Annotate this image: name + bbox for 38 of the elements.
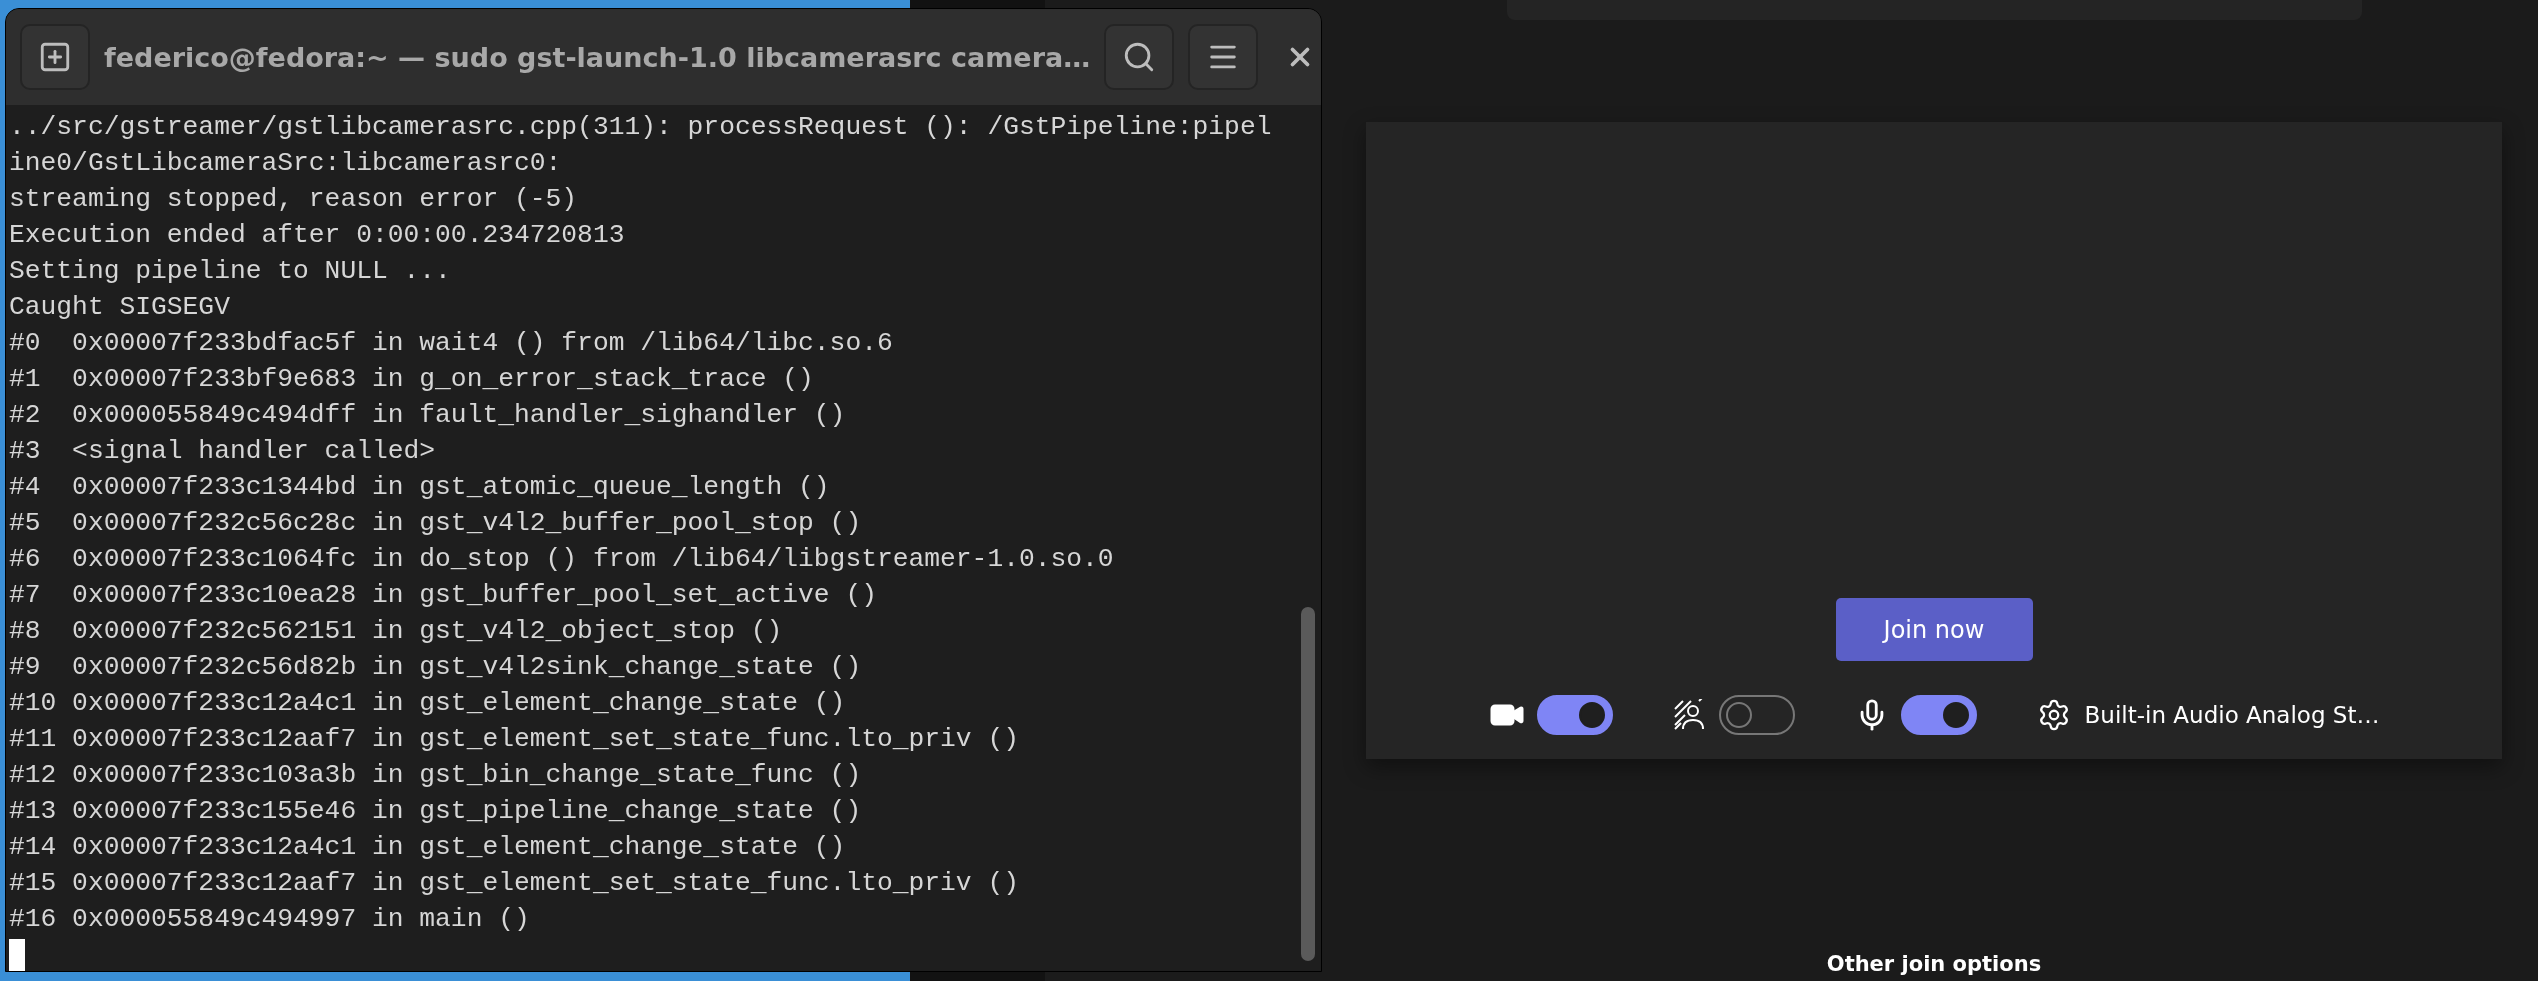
terminal-line: #7 0x00007f233c10ea28 in gst_buffer_pool_set_active () <box>9 579 878 612</box>
text-cursor <box>9 939 25 971</box>
terminal-line: ine0/GstLibcameraSrc:libcamerasrc0: <box>9 147 563 180</box>
terminal-line: Setting pipeline to NULL ... <box>9 255 452 288</box>
terminal-line: Execution ended after 0:00:00.234720813 <box>9 219 626 252</box>
audio-device-button[interactable]: Built-in Audio Analog St… <box>2036 698 2380 732</box>
terminal-line: #15 0x00007f233c12aaf7 in gst_element_set_state_func.lto_priv () <box>9 867 1020 900</box>
background-effects-icon <box>1672 699 1707 731</box>
join-now-button[interactable]: Join now <box>1835 598 2033 661</box>
search-button[interactable] <box>1104 24 1175 90</box>
toggle-switch[interactable] <box>1718 695 1795 735</box>
terminal-line: #13 0x00007f233c155e46 in gst_pipeline_change_state () <box>9 795 863 828</box>
audio-device-label: Built-in Audio Analog St… <box>2084 702 2380 728</box>
terminal-line: #1 0x00007f233bf9e683 in g_on_error_stack_trace () <box>9 363 815 396</box>
window-title: federico@fedora:~ — sudo gst-launch-1.0 libcamerasrc camera… <box>104 41 1091 73</box>
terminal-line: #9 0x00007f232c56d82b in gst_v4l2sink_change_state () <box>9 651 863 684</box>
terminal-line: #11 0x00007f233c12aaf7 in gst_element_set_state_func.lto_priv () <box>9 723 1020 756</box>
terminal-line: #3 <signal handler called> <box>9 435 437 468</box>
menu-button[interactable] <box>1188 24 1259 90</box>
terminal-line: #0 0x00007f233bdfac5f in wait4 () from /lib64/libc.so.6 <box>9 327 894 360</box>
terminal-line: #6 0x00007f233c1064fc in do_stop () from /lib64/libgstreamer-1.0.so.0 <box>9 543 1115 576</box>
plus-icon <box>38 40 72 74</box>
terminal-line: #12 0x00007f233c103a3b in gst_bin_change_state_func () <box>9 759 863 792</box>
terminal-line: #5 0x00007f232c56c28c in gst_v4l2_buffer_pool_stop () <box>9 507 863 540</box>
terminal-line: Caught SIGSEGV <box>9 291 231 324</box>
terminal-line: streaming stopped, reason error (-5) <box>9 183 579 216</box>
terminal-line: ../src/gstreamer/gstlibcamerasrc.cpp(311): processRequest (): /GstPipeline:pipel <box>9 111 1273 144</box>
new-tab-button[interactable] <box>20 24 90 90</box>
terminal-line: #10 0x00007f233c12a4c1 in gst_element_change_state () <box>9 687 847 720</box>
terminal-line: #4 0x00007f233c1344bd in gst_atomic_queue_length () <box>9 471 831 504</box>
terminal-line: #2 0x000055849c494dff in fault_handler_sighandler () <box>9 399 847 432</box>
toggle-switch[interactable] <box>1536 695 1613 735</box>
scrollbar-thumb[interactable] <box>1301 607 1315 961</box>
terminal-line: #14 0x00007f233c12a4c1 in gst_element_change_state () <box>9 831 847 864</box>
terminal-line: #16 0x000055849c494997 in main () <box>9 903 531 936</box>
toggle-switch[interactable] <box>1900 695 1977 735</box>
other-join-options-button[interactable]: Other join options <box>1826 950 2042 978</box>
terminal-line: #8 0x00007f232c562151 in gst_v4l2_object_stop () <box>9 615 784 648</box>
